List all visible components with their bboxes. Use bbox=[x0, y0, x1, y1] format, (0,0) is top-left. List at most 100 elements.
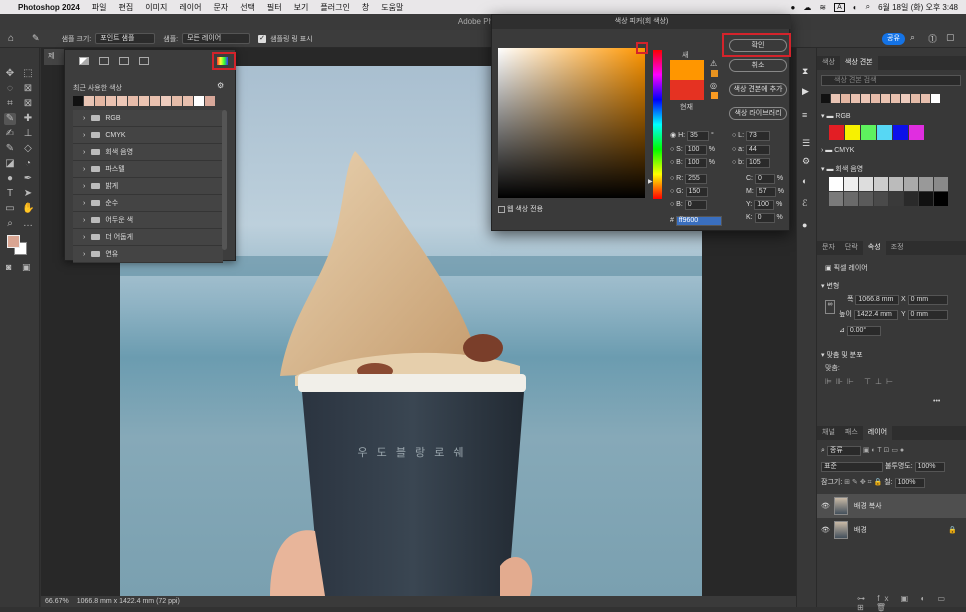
color-swatch[interactable] bbox=[919, 192, 933, 206]
eyedropper-tool-icon[interactable]: ✎ bbox=[32, 33, 40, 44]
swatch-group-row[interactable]: › 더 어둡게 bbox=[73, 229, 223, 246]
color-swatch[interactable] bbox=[934, 177, 948, 191]
tab-properties[interactable]: 속성 bbox=[862, 241, 886, 255]
blur-tool-icon[interactable]: ◔ bbox=[22, 158, 34, 170]
gradient-tool-icon[interactable]: ◪ bbox=[4, 158, 16, 170]
color-field[interactable] bbox=[498, 48, 645, 198]
type-tool-icon[interactable]: T bbox=[4, 188, 16, 200]
path-select-icon[interactable]: ➤ bbox=[22, 188, 34, 200]
record-icon[interactable]: ● bbox=[791, 3, 796, 12]
a-input[interactable]: 44 bbox=[745, 145, 770, 155]
align-header[interactable]: ▾ 맞춤 및 분포 bbox=[821, 350, 863, 360]
color-swatch[interactable] bbox=[831, 94, 840, 103]
color-swatch[interactable] bbox=[821, 94, 830, 103]
color-swatch[interactable] bbox=[84, 96, 94, 106]
adjust-icon[interactable]: ☰ bbox=[802, 138, 810, 149]
color-swatch[interactable] bbox=[859, 192, 873, 206]
swatch-group-row[interactable]: › 연유 bbox=[73, 246, 223, 263]
color-swatch[interactable] bbox=[829, 177, 843, 191]
learn-icon[interactable]: ⓵ bbox=[928, 32, 937, 45]
swatch-group-row[interactable]: › 밝게 bbox=[73, 178, 223, 195]
share-button[interactable]: 공유 bbox=[882, 33, 905, 45]
fill-input[interactable]: 100% bbox=[894, 478, 925, 488]
color-table-icon[interactable] bbox=[99, 57, 109, 65]
dodge-tool-icon[interactable]: ● bbox=[4, 173, 16, 185]
height-input[interactable]: 1422.4 mm bbox=[853, 310, 898, 320]
color-swatch[interactable] bbox=[904, 177, 918, 191]
tab-character[interactable]: 문자 bbox=[817, 241, 840, 255]
color-swatch[interactable] bbox=[845, 125, 860, 140]
app-menu[interactable]: Photoshop 2024 bbox=[18, 3, 80, 12]
hand-tool-icon[interactable]: ✋ bbox=[22, 203, 34, 215]
quick-mask-icon[interactable]: ◙ bbox=[6, 262, 11, 272]
swatch-group-row[interactable]: › 어두운 색 bbox=[73, 212, 223, 229]
y-input[interactable]: 100 bbox=[754, 200, 775, 210]
hue-slider[interactable] bbox=[653, 50, 662, 199]
transform-header[interactable]: ▾ 변형 bbox=[821, 281, 839, 291]
control-center-icon[interactable]: ◐ bbox=[853, 3, 858, 12]
search-icon[interactable]: ⌕ bbox=[910, 32, 915, 43]
sample-select[interactable]: 모든 레이어 bbox=[182, 33, 251, 44]
brushes-icon[interactable]: ● bbox=[802, 220, 807, 230]
stamp-tool-icon[interactable]: ⊥ bbox=[22, 128, 34, 140]
color-swatch[interactable] bbox=[150, 96, 160, 106]
color-swatch[interactable] bbox=[909, 125, 924, 140]
color-swatch[interactable] bbox=[931, 94, 940, 103]
align-buttons[interactable]: ⊫⊪⊩ ⊤⊥⊢ bbox=[825, 377, 897, 386]
frame-tool-icon[interactable]: ⊠ bbox=[22, 98, 34, 110]
l-input[interactable]: 73 bbox=[745, 131, 770, 141]
filter-icons[interactable]: ▣ ◐ T ⊡ ▭ ● bbox=[863, 447, 904, 454]
properties-icon[interactable]: ◐ bbox=[802, 176, 807, 186]
color-swatch[interactable] bbox=[921, 94, 930, 103]
a-radio[interactable]: ○ bbox=[732, 146, 736, 153]
brush-tool-icon[interactable]: ✍ bbox=[4, 128, 16, 140]
y-input[interactable]: 0 mm bbox=[907, 310, 948, 320]
blend-mode-select[interactable]: 표준 bbox=[821, 462, 883, 472]
b-radio[interactable]: ○ bbox=[670, 159, 674, 166]
foreground-color-swatch[interactable] bbox=[7, 235, 20, 248]
cancel-button[interactable]: 취소 bbox=[729, 59, 787, 72]
link-icon[interactable]: ∞ bbox=[825, 300, 835, 314]
g-radio[interactable]: ○ bbox=[670, 188, 674, 195]
menu-layer[interactable]: 레이어 bbox=[179, 2, 201, 13]
m-input[interactable]: 57 bbox=[755, 187, 776, 197]
swatch-group-row[interactable]: › CMYK bbox=[73, 127, 223, 144]
color-libraries-button[interactable]: 색상 라이브러리 bbox=[729, 107, 787, 120]
menu-select[interactable]: 선택 bbox=[240, 2, 255, 13]
color-swatch[interactable] bbox=[881, 94, 890, 103]
paths-icon[interactable]: ℰ bbox=[802, 198, 807, 209]
eraser-tool-icon[interactable]: ◇ bbox=[22, 143, 34, 155]
lab-b-radio[interactable]: ○ bbox=[732, 159, 736, 166]
color-swatch[interactable] bbox=[844, 192, 858, 206]
color-swatch[interactable] bbox=[861, 125, 876, 140]
menu-view[interactable]: 보기 bbox=[294, 2, 309, 13]
color-swatch[interactable] bbox=[117, 96, 127, 106]
gray-group-header[interactable]: ▾ ▬ 회색 음영 bbox=[821, 164, 863, 174]
show-ring-checkbox[interactable]: ✓ bbox=[258, 34, 267, 43]
swatch-group-row[interactable]: › 파스텔 bbox=[73, 161, 223, 178]
tab-color[interactable]: 색상 bbox=[817, 56, 840, 70]
large-grid-icon[interactable] bbox=[139, 57, 149, 65]
lasso-tool-icon[interactable]: ◌ bbox=[4, 83, 16, 95]
menu-image[interactable]: 이미지 bbox=[145, 2, 167, 13]
actions-icon[interactable]: ▶ bbox=[802, 86, 809, 97]
color-swatch[interactable] bbox=[861, 94, 870, 103]
menu-edit[interactable]: 편집 bbox=[119, 2, 134, 13]
gradient-swatch-icon[interactable] bbox=[79, 57, 89, 65]
styles-icon[interactable]: ⚙ bbox=[802, 156, 810, 167]
popup-scrollbar[interactable] bbox=[222, 110, 227, 250]
k-input[interactable]: 0 bbox=[754, 213, 775, 223]
creative-cloud-icon[interactable]: ☁ bbox=[803, 3, 811, 12]
recent-settings-icon[interactable]: ⚙ bbox=[217, 81, 224, 90]
color-swatch[interactable] bbox=[829, 192, 843, 206]
layer-row-background-copy[interactable]: 👁 배경 복사 bbox=[817, 494, 966, 518]
screen-mode-icon[interactable]: ▣ bbox=[22, 262, 31, 273]
color-swatch[interactable] bbox=[851, 94, 860, 103]
web-safe-icon[interactable]: ◎ bbox=[710, 81, 717, 90]
color-swatch[interactable] bbox=[95, 96, 105, 106]
swatch-group-row[interactable]: › 순수 bbox=[73, 195, 223, 212]
menu-window[interactable]: 창 bbox=[362, 2, 369, 13]
r-input[interactable]: 255 bbox=[685, 174, 708, 184]
zoom-tool-icon[interactable]: ⌕ bbox=[4, 218, 16, 230]
s-radio[interactable]: ○ bbox=[670, 146, 674, 153]
